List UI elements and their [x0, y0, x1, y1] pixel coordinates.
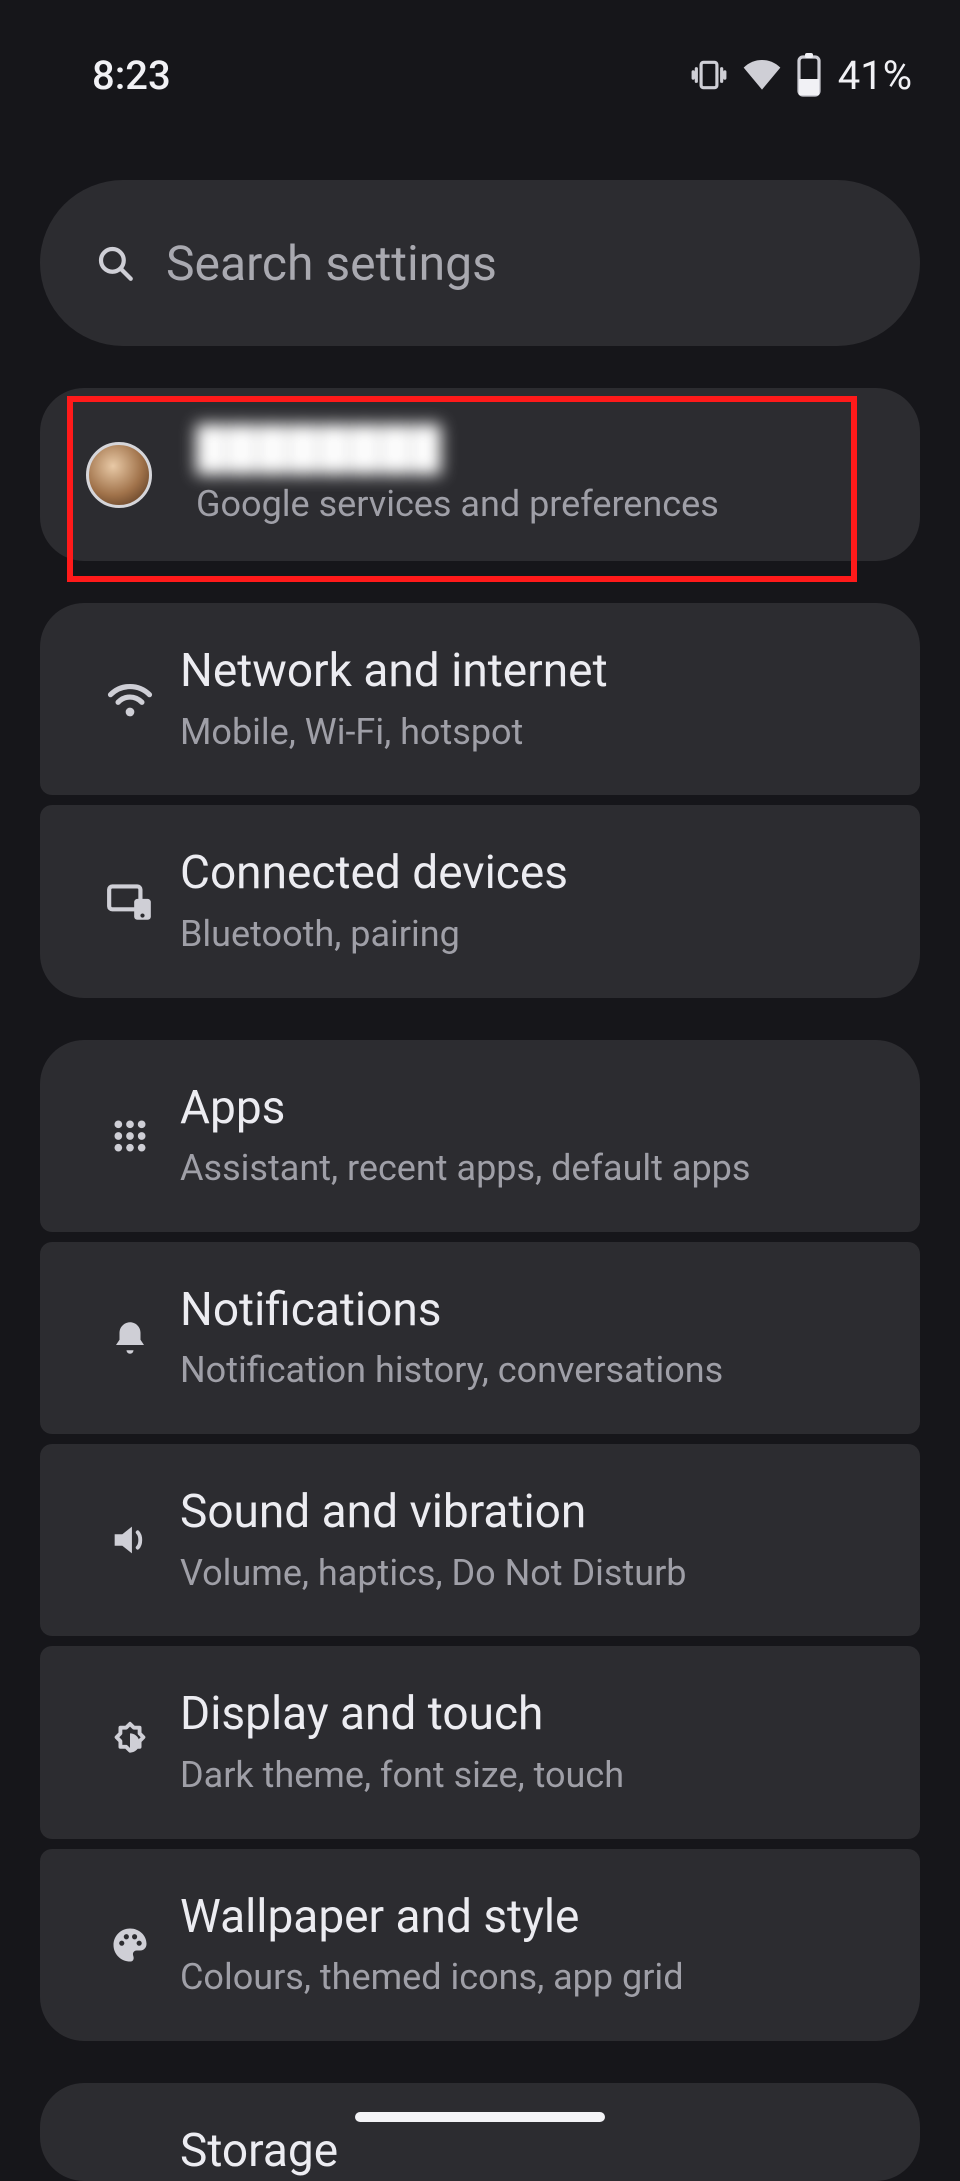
- palette-icon: [108, 1923, 152, 1967]
- item-subtitle: Notification history, conversations: [180, 1347, 723, 1394]
- settings-group-2: Apps Assistant, recent apps, default app…: [40, 1040, 920, 2041]
- account-subtitle: Google services and preferences: [196, 483, 719, 525]
- item-subtitle: Bluetooth, pairing: [180, 911, 568, 958]
- search-icon: [94, 242, 136, 284]
- item-title: Sound and vibration: [180, 1484, 687, 1542]
- settings-item-sound[interactable]: Sound and vibration Volume, haptics, Do …: [40, 1444, 920, 1636]
- battery-icon: [796, 53, 822, 97]
- status-time: 8:23: [92, 52, 171, 99]
- settings-item-network[interactable]: Network and internet Mobile, Wi-Fi, hots…: [40, 603, 920, 795]
- wifi-status-icon: [740, 53, 784, 97]
- brightness-icon: [107, 1720, 153, 1766]
- item-title: Apps: [180, 1080, 750, 1138]
- item-subtitle: Dark theme, font size, touch: [180, 1752, 624, 1799]
- item-subtitle: Volume, haptics, Do Not Disturb: [180, 1550, 687, 1597]
- settings-group-1: Network and internet Mobile, Wi-Fi, hots…: [40, 603, 920, 998]
- settings-item-storage[interactable]: Storage: [40, 2083, 920, 2181]
- settings-item-display[interactable]: Display and touch Dark theme, font size,…: [40, 1646, 920, 1838]
- item-title: Connected devices: [180, 845, 568, 903]
- account-name: ████████: [196, 424, 719, 473]
- wifi-icon: [104, 673, 156, 725]
- item-subtitle: Mobile, Wi-Fi, hotspot: [180, 709, 608, 756]
- search-placeholder: Search settings: [166, 235, 497, 292]
- devices-icon: [105, 876, 155, 926]
- item-subtitle: Assistant, recent apps, default apps: [180, 1145, 750, 1192]
- item-title: Network and internet: [180, 643, 608, 701]
- settings-group-3: Storage: [40, 2083, 920, 2181]
- vibrate-icon: [690, 56, 728, 94]
- volume-icon: [107, 1517, 153, 1563]
- status-bar: 8:23 41%: [0, 0, 960, 120]
- item-title: Notifications: [180, 1282, 723, 1340]
- settings-item-wallpaper[interactable]: Wallpaper and style Colours, themed icon…: [40, 1849, 920, 2041]
- account-group: ████████ Google services and preferences: [40, 388, 920, 561]
- item-title: Wallpaper and style: [180, 1889, 684, 1947]
- account-item[interactable]: ████████ Google services and preferences: [40, 388, 920, 561]
- search-settings[interactable]: Search settings: [40, 180, 920, 346]
- apps-icon: [110, 1116, 150, 1156]
- item-title: Display and touch: [180, 1686, 624, 1744]
- avatar: [86, 442, 152, 508]
- settings-item-notifications[interactable]: Notifications Notification history, conv…: [40, 1242, 920, 1434]
- settings-item-connected-devices[interactable]: Connected devices Bluetooth, pairing: [40, 805, 920, 997]
- gesture-nav-handle[interactable]: [355, 2112, 605, 2122]
- battery-percent: 41%: [838, 52, 912, 99]
- bell-icon: [109, 1317, 151, 1359]
- settings-item-apps[interactable]: Apps Assistant, recent apps, default app…: [40, 1040, 920, 1232]
- item-subtitle: Colours, themed icons, app grid: [180, 1954, 684, 2001]
- status-indicators: 41%: [690, 52, 912, 99]
- item-title: Storage: [180, 2123, 338, 2181]
